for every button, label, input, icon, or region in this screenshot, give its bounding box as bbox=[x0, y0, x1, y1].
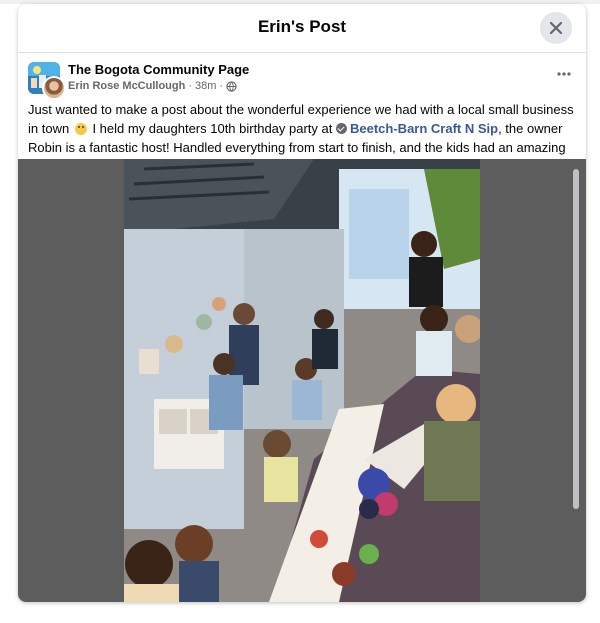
post-modal: Erin's Post The Bogota Community Page Er… bbox=[18, 4, 586, 602]
more-options-button[interactable] bbox=[552, 66, 576, 82]
photo-viewer bbox=[18, 159, 586, 602]
post-photo[interactable] bbox=[124, 159, 480, 602]
post-header: The Bogota Community Page Erin Rose McCu… bbox=[28, 60, 576, 100]
modal-header: Erin's Post bbox=[18, 4, 586, 53]
close-icon bbox=[549, 21, 563, 35]
globe-icon bbox=[226, 80, 237, 92]
meta-separator: · bbox=[188, 80, 193, 92]
group-name-link[interactable]: The Bogota Community Page bbox=[68, 62, 249, 77]
author-name-link[interactable]: Erin Rose McCullough bbox=[68, 80, 185, 92]
meta-separator-2: · bbox=[219, 80, 224, 92]
business-name: Beetch-Barn Craft N Sip bbox=[350, 121, 499, 136]
modal-title: Erin's Post bbox=[257, 17, 347, 36]
smiling-face-emoji-icon bbox=[74, 123, 87, 135]
author-avatar[interactable] bbox=[42, 76, 66, 100]
post-text-part-2: I held my daughters 10th birthday party … bbox=[92, 121, 333, 136]
party-photo-illustration bbox=[124, 159, 480, 602]
post-meta: Erin Rose McCullough · 38m · bbox=[68, 80, 237, 92]
scrollbar[interactable] bbox=[573, 169, 579, 509]
verified-check-icon bbox=[336, 123, 347, 134]
more-options-icon bbox=[557, 72, 571, 76]
business-page-link[interactable]: Beetch-Barn Craft N Sip bbox=[336, 121, 498, 136]
post-time[interactable]: 38m bbox=[195, 80, 216, 92]
close-button[interactable] bbox=[540, 12, 572, 44]
